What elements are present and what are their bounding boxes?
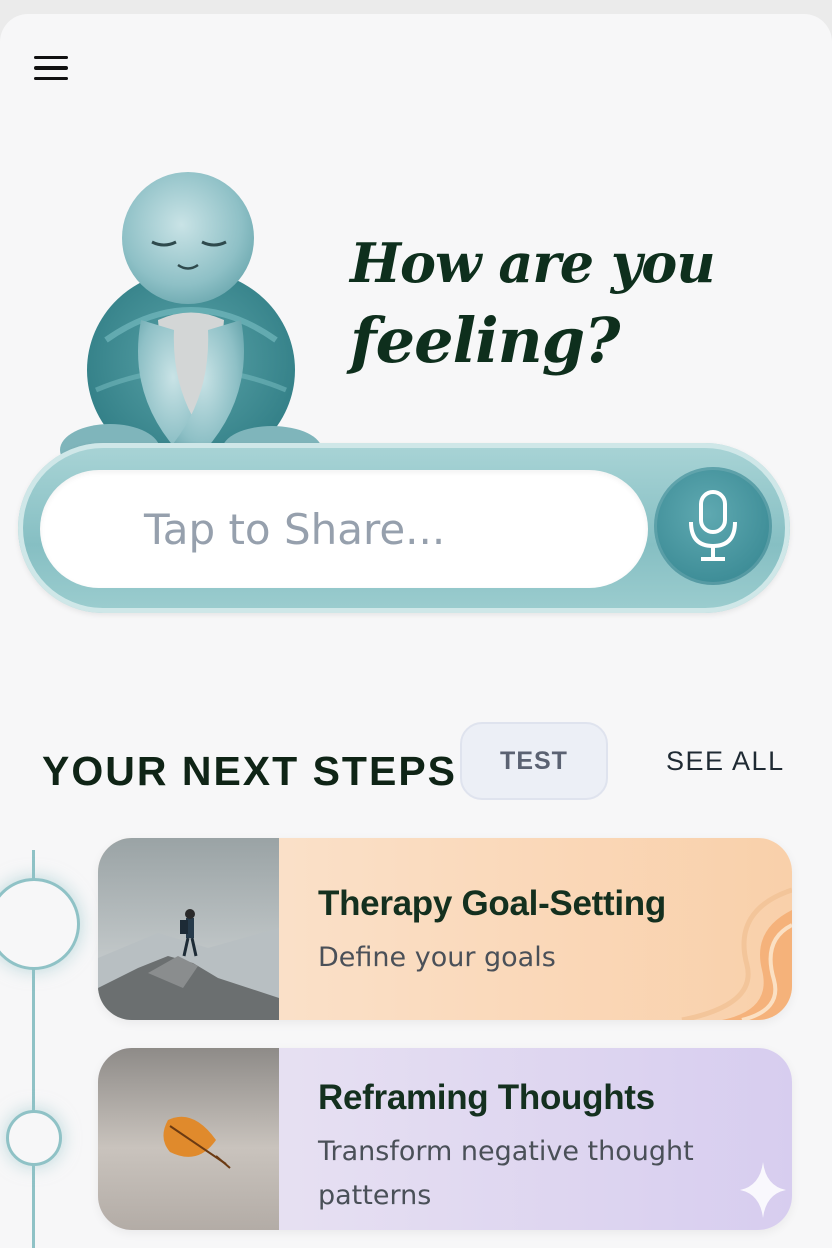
step-card-goal-setting[interactable]: Therapy Goal-Setting Define your goals <box>98 838 792 1020</box>
falling-leaf-photo <box>98 1048 279 1230</box>
card-title: Reframing Thoughts <box>318 1078 655 1117</box>
heading-line-1: How are you <box>350 231 716 295</box>
sparkle-icon <box>740 1162 786 1218</box>
meditating-turtle-illustration <box>60 172 322 476</box>
microphone-button[interactable] <box>654 467 772 585</box>
test-button[interactable]: TEST <box>460 722 608 800</box>
feeling-heading: How are you feeling? <box>350 224 750 380</box>
see-all-link[interactable]: SEE ALL <box>666 746 785 777</box>
share-placeholder: Tap to Share... <box>144 504 446 554</box>
heading-line-2: feeling? <box>350 304 620 377</box>
step-card-reframing[interactable]: Reframing Thoughts Transform negative th… <box>98 1048 792 1230</box>
share-input[interactable]: Tap to Share... <box>40 470 648 588</box>
timeline-node <box>6 1110 62 1166</box>
hiker-on-mountain-photo <box>98 838 279 1020</box>
hamburger-menu-icon[interactable] <box>28 50 74 86</box>
wave-decoration <box>681 887 792 1020</box>
microphone-icon <box>689 490 737 561</box>
next-steps-title: YOUR NEXT STEPS <box>42 748 458 794</box>
app-screen: How are you feeling? Tap to Share... YOU… <box>0 14 832 1248</box>
timeline-node <box>0 878 80 970</box>
card-subtitle: Transform negative thought patterns <box>318 1136 694 1211</box>
